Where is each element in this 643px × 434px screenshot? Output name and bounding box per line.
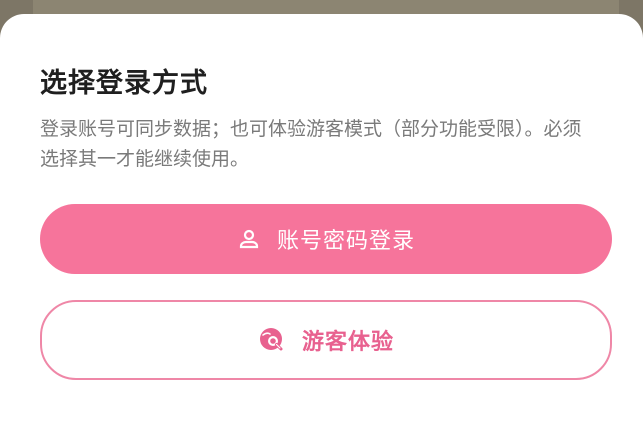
account-login-button[interactable]: 账号密码登录 [40,204,612,274]
dialog-title: 选择登录方式 [40,68,208,99]
account-login-label: 账号密码登录 [276,229,415,254]
user-icon [237,227,261,251]
guest-search-icon [258,326,286,354]
login-choice-sheet: 选择登录方式 登录账号可同步数据；也可体验游客模式（部分功能受限）。必须选择其一… [0,14,643,434]
dialog-description: 登录账号可同步数据；也可体验游客模式（部分功能受限）。必须选择其一才能继续使用。 [40,118,582,170]
guest-mode-label: 游客体验 [301,330,394,355]
guest-mode-button[interactable]: 游客体验 [40,300,612,380]
